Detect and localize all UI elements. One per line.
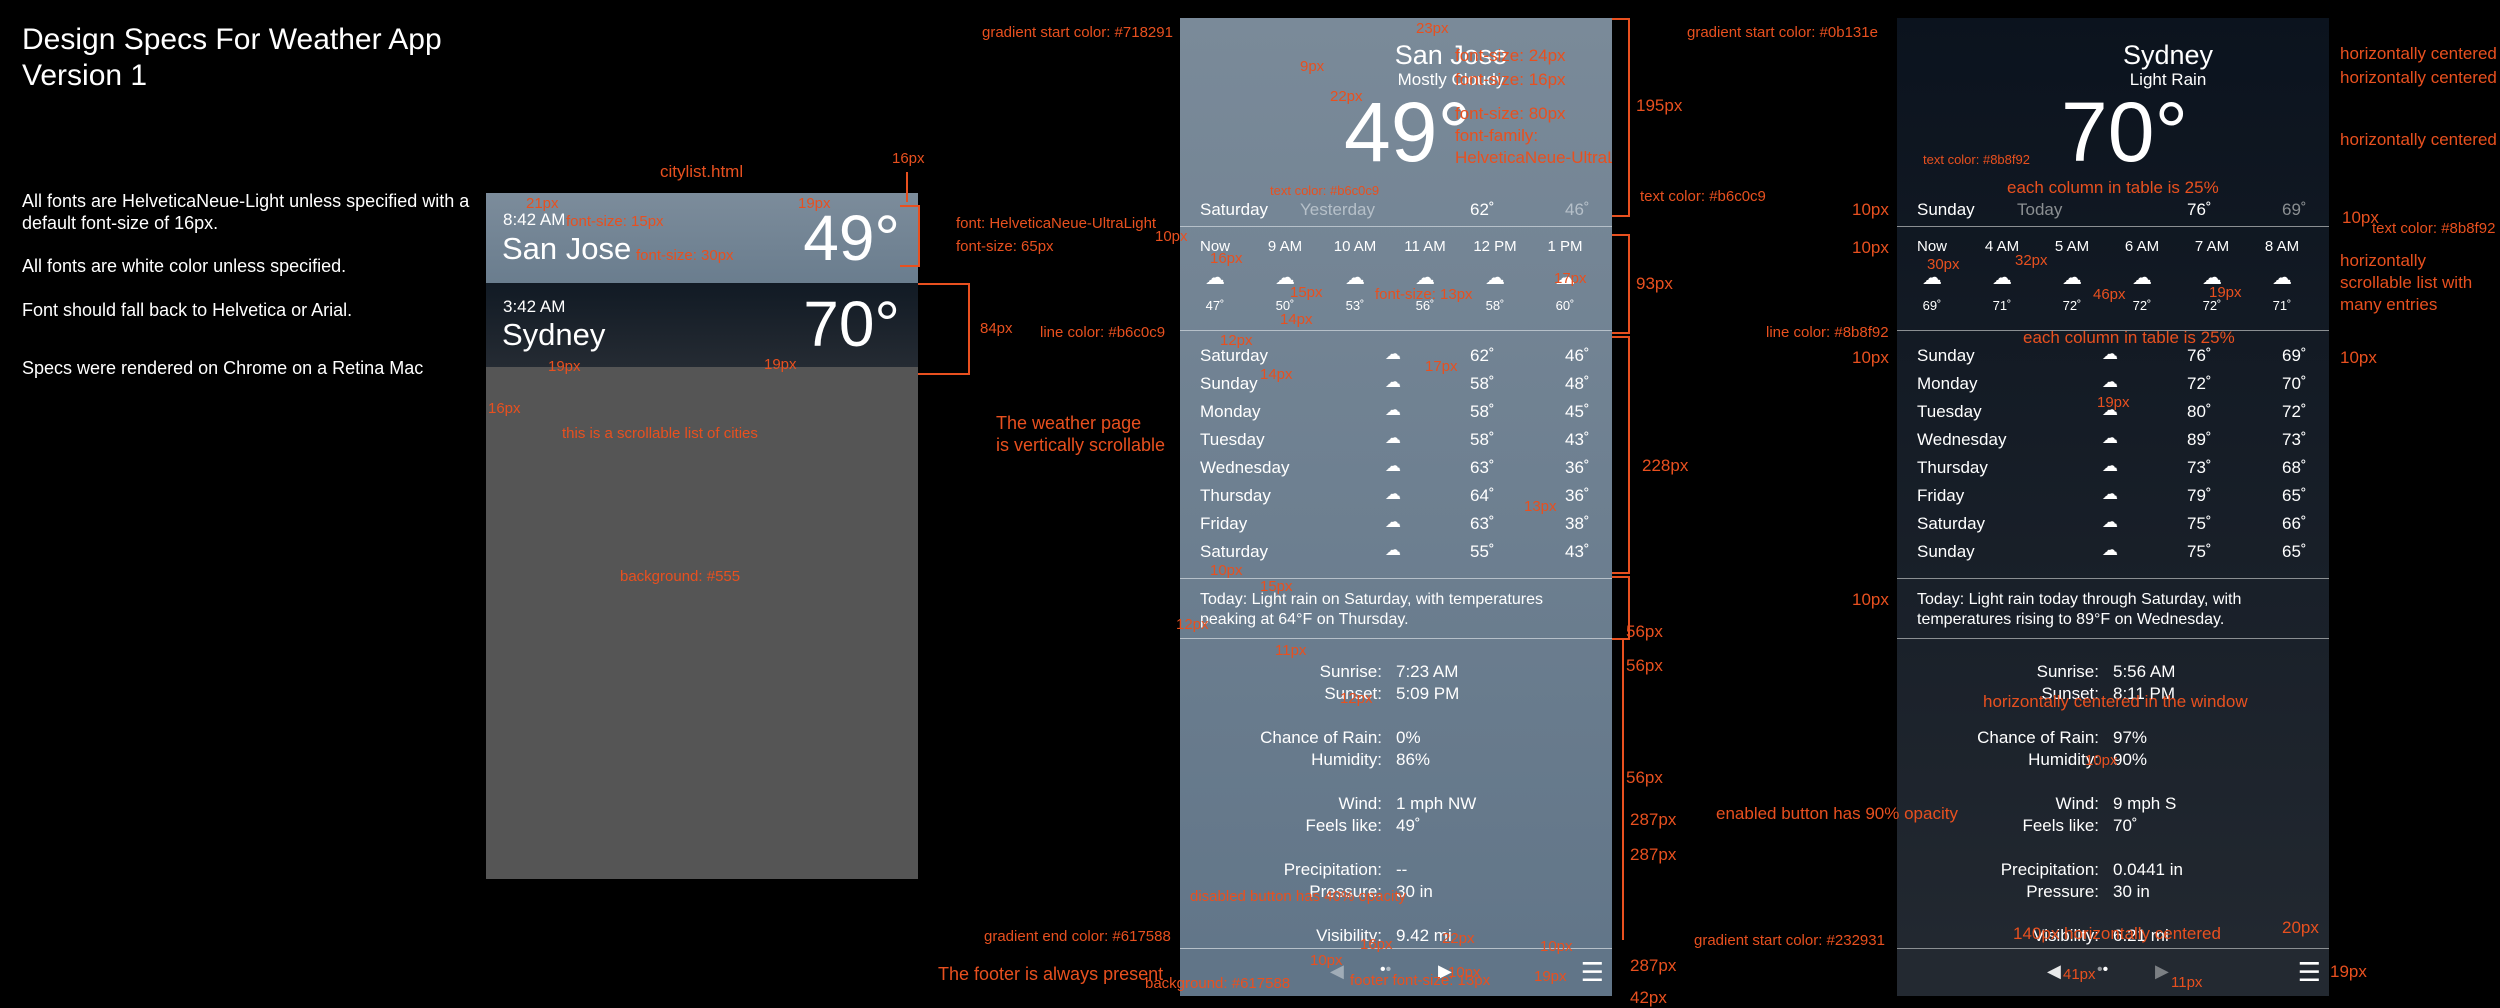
cloud-icon: ☁: [1485, 267, 1505, 289]
divider: [1180, 330, 1612, 331]
daily-forecast: Sunday ☁ 76˚ 69˚ Monday ☁ 72˚ 70˚ Tuesday ☁ 80˚ 72˚…: [1917, 346, 2307, 561]
summary: Today: Light rain on Saturday, with temp…: [1200, 591, 1543, 628]
city-name: San Jose: [502, 231, 632, 266]
hourly-forecast[interactable]: Now ☁ 69˚ 4 AM ☁ 71˚ 5 AM ☁ 72˚ 6 AM ☁ 72˚ 7 AM ☁ 72˚ 8…: [1897, 238, 2329, 328]
cloud-icon: ☁: [1205, 267, 1225, 289]
divider: [1897, 638, 2329, 639]
bg-note: background: #555: [620, 568, 741, 585]
city-time: 3:42 AM: [503, 297, 566, 316]
dim-label: font-size: 30px: [636, 247, 734, 264]
weather-icon: ☁: [1385, 486, 1401, 503]
line-color-note: line color: #b6c0c9: [1040, 324, 1166, 341]
dim-label: 84px: [980, 320, 1013, 337]
hourly-forecast[interactable]: Now ☁ 47˚ 9 AM ☁ 50˚ 10 AM ☁ 53˚ 11 AM ☁ 56˚ 12 PM ☁ 5…: [1180, 238, 1612, 328]
citylist-panel[interactable]: 8:42 AM San Jose 49° 3:42 AM Sydney 70° …: [486, 193, 918, 879]
divider: [1180, 638, 1612, 639]
prev-button[interactable]: ◀: [2047, 961, 2061, 982]
divider: [1897, 226, 2329, 227]
divider: [1180, 578, 1612, 579]
weather-icon: ☁: [1385, 374, 1401, 391]
hourly-item: 8 AM ☁ 71˚: [2257, 238, 2307, 313]
current-temp: 49°: [1344, 85, 1472, 179]
font-note: font: HelveticaNeue-UltraLight: [956, 215, 1157, 232]
cloud-icon: ☁: [2272, 267, 2292, 289]
hscroll-note: horizontally scrollable list with many ent…: [2340, 251, 2473, 314]
weather-icon: ☁: [2102, 430, 2118, 447]
dim-label: 16px: [488, 400, 521, 417]
daily-forecast: Saturday ☁ 62˚ 46˚ Sunday ☁ 58˚ 48˚ Monday ☁ 58˚ 45…: [1200, 346, 1590, 561]
weather-icon: ☁: [1385, 514, 1401, 531]
weather-icon: ☁: [1385, 542, 1401, 559]
hourly-item: 4 AM ☁ 71˚: [1977, 238, 2027, 313]
font-note: font-size: 65px: [956, 238, 1054, 255]
divider: [1897, 578, 2329, 579]
divider: [1180, 226, 1612, 227]
hourly-item: 5 AM ☁ 72˚: [2047, 238, 2097, 313]
dim-label: 19px: [798, 195, 831, 212]
city-temp: 70°: [803, 288, 900, 360]
footer-note: The footer is always present: [938, 964, 1164, 984]
hourly-item: 10 AM ☁ 53˚: [1330, 238, 1380, 313]
next-button[interactable]: ▶: [2155, 961, 2169, 982]
hourly-item: Now ☁ 69˚: [1907, 238, 1957, 313]
cloud-icon: ☁: [2062, 267, 2082, 289]
weather-icon: ☁: [1385, 346, 1401, 363]
spec-title-line2: Version 1: [22, 59, 148, 92]
hourly-item: 9 AM ☁ 50˚: [1260, 238, 1310, 313]
note-rendered: Specs were rendered on Chrome on a Retin…: [22, 358, 424, 378]
sydney-weather-page[interactable]: Sydney Light Rain 70° Sunday Today 76˚ 6…: [1897, 18, 2329, 996]
city-name: Sydney: [2122, 40, 2214, 70]
gradient-end-note: gradient end color: #617588: [984, 928, 1171, 945]
note-fallback: Font should fall back to Helvetica or Ar…: [22, 300, 353, 320]
summary: Today: Light rain today through Saturday…: [1917, 591, 2242, 628]
hourly-item: 12 PM ☁ 58˚: [1470, 238, 1520, 313]
gradient-start-note: gradient start color: #718291: [982, 24, 1173, 41]
scroll-note: this is a scrollable list of cities: [562, 425, 758, 442]
city-row-sydney[interactable]: 3:42 AM Sydney 70°: [486, 283, 918, 367]
dim-label: font-size: 15px: [566, 213, 664, 230]
city-time: 8:42 AM: [503, 210, 566, 229]
current-temp: 70°: [2061, 85, 2189, 179]
weather-icon: ☁: [1385, 430, 1401, 447]
spec-title-line1: Design Specs For Weather App: [22, 23, 442, 56]
weather-icon: ☁: [2102, 486, 2118, 503]
note-fonts: All fonts are HelveticaNeue-Light unless…: [22, 191, 470, 233]
city-name: Sydney: [502, 317, 606, 352]
weather-icon: ☁: [2102, 542, 2118, 559]
spec-title: Design Specs For Weather App Version 1: [22, 22, 442, 94]
dim-label: 19px: [764, 356, 797, 373]
sanjose-weather-page[interactable]: San Jose Mostly Cloudy 49° Saturday Yest…: [1180, 18, 1612, 996]
city-temp: 49°: [803, 202, 900, 274]
menu-icon[interactable]: ☰: [1581, 957, 1604, 988]
menu-icon[interactable]: ☰: [2298, 957, 2321, 988]
page-dots: ••: [2097, 961, 2109, 978]
weather-icon: ☁: [1385, 402, 1401, 419]
note-colors: All fonts are white color unless specifi…: [22, 256, 347, 276]
weather-icon: ☁: [1385, 458, 1401, 475]
dim-label: 19px: [548, 358, 581, 375]
scroll-note: The weather page is vertically scrollable: [996, 413, 1166, 455]
cloud-icon: ☁: [1345, 267, 1365, 289]
hourly-item: 7 AM ☁ 72˚: [2187, 238, 2237, 313]
weather-icon: ☁: [2102, 514, 2118, 531]
dim-label: 16px: [892, 150, 925, 167]
weather-icon: ☁: [2102, 458, 2118, 475]
dim-label: 21px: [526, 195, 559, 212]
citylist-file-label: citylist.html: [660, 162, 744, 181]
footer: ◀ •• ▶ ☰: [1897, 948, 2329, 996]
weather-icon: ☁: [2102, 374, 2118, 391]
